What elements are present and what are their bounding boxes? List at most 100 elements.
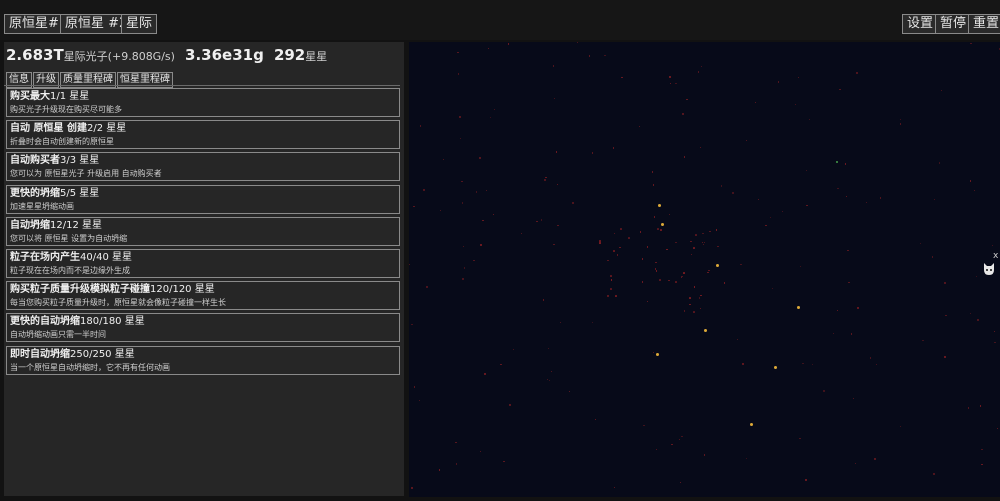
particle (845, 195, 848, 198)
particle (473, 259, 475, 261)
particle (970, 180, 972, 182)
particle (682, 113, 684, 115)
particle (848, 281, 850, 284)
particle (745, 140, 747, 142)
pause-button[interactable]: 暂停 (935, 14, 972, 34)
milestone-item: 购买最大1/1 星星 购买光子升级现在购买尽可能多 (6, 88, 400, 117)
particle (854, 462, 856, 465)
particle (419, 125, 422, 127)
particle (459, 137, 462, 140)
particle (557, 224, 559, 227)
particle (613, 249, 615, 252)
particle (456, 463, 458, 465)
particle (594, 419, 597, 421)
milestone-desc: 粒子现在在场内而不是边缘外生成 (10, 265, 130, 275)
particle (680, 277, 683, 279)
milestone-count: 40/40 星星 (80, 251, 132, 263)
particle (659, 278, 661, 281)
particle (991, 244, 993, 247)
particle (546, 378, 548, 381)
milestone-count: 2/2 星星 (86, 123, 127, 135)
particle (607, 295, 609, 297)
particle (745, 457, 748, 460)
particle (671, 443, 673, 445)
particle (643, 424, 645, 427)
particle (542, 299, 545, 301)
particle (777, 81, 780, 83)
particle (799, 265, 801, 267)
particle (736, 338, 739, 341)
particle (423, 189, 425, 191)
particle (669, 76, 671, 78)
milestone-title: 更快的自动坍缩 (10, 316, 80, 328)
particle (700, 65, 703, 68)
particle (492, 213, 495, 216)
side-hint: x (993, 251, 999, 261)
particle (693, 247, 695, 249)
particle (720, 185, 723, 187)
particle (610, 287, 613, 290)
particle (704, 329, 707, 332)
particle (715, 229, 718, 232)
particle (797, 76, 799, 79)
top-bar: 原恒星#1 原恒星 #2 星际 设置 暂停 重置 (0, 0, 1000, 40)
milestone-title: 更快的坍缩 (10, 187, 60, 199)
particle (653, 216, 656, 218)
milestone-title: 即时自动坍缩 (10, 348, 70, 360)
tab-interstellar[interactable]: 星际 (121, 14, 158, 34)
particle (500, 363, 502, 366)
particle (479, 157, 481, 159)
stars-label: 星星 (305, 50, 328, 63)
particle (638, 125, 641, 128)
particle (461, 202, 464, 204)
particle (668, 213, 671, 216)
particle (442, 158, 444, 161)
particle (588, 55, 591, 57)
particle (610, 275, 612, 277)
particle (459, 116, 461, 118)
particle (781, 210, 783, 213)
milestone-desc: 您可以为 原恒星光子 升级启用 自动购买者 (10, 169, 162, 179)
particle (658, 204, 661, 207)
particle (874, 458, 876, 460)
particle (646, 246, 649, 248)
particle (683, 272, 686, 274)
milestone-title: 粒子在场内产生 (10, 251, 80, 263)
particle (556, 183, 558, 186)
particle (591, 152, 593, 154)
particle (675, 241, 677, 244)
particle (610, 279, 613, 281)
particle (757, 199, 760, 201)
milestone-item: 购买粒子质量升级模拟粒子碰撞120/120 星星 每当您购买粒子质量升级时，原恒星… (6, 281, 400, 311)
particle (806, 169, 808, 172)
milestone-desc: 当一个原恒星自动坍缩时，它不再有任何动画 (10, 362, 170, 372)
particle (619, 246, 621, 249)
particle (839, 88, 841, 91)
particle (970, 42, 972, 45)
particle (799, 437, 801, 440)
particle (482, 219, 484, 221)
particle (933, 473, 935, 475)
particle (553, 97, 556, 99)
starfield-canvas[interactable] (409, 42, 1000, 497)
particle (996, 428, 999, 430)
particle (475, 191, 477, 193)
particle (540, 219, 543, 221)
reset-button[interactable]: 重置 (968, 14, 1000, 34)
particle (488, 47, 490, 50)
settings-button[interactable]: 设置 (902, 14, 939, 34)
particle (852, 398, 854, 400)
particle (931, 256, 933, 258)
particle (689, 303, 691, 306)
particle (547, 347, 550, 350)
particle (652, 184, 655, 186)
particle (592, 322, 594, 324)
resource-stats: 2.683T星际光子(+9.808G/s) 3.36e31g 292星星 (6, 45, 327, 65)
cat-icon[interactable] (982, 262, 996, 276)
particle (850, 333, 853, 335)
milestone-count: 180/180 星星 (80, 316, 145, 328)
milestone-item: 自动坍缩12/12 星星 您可以将 原恒星 设置为自动坍缩 (6, 216, 400, 246)
milestone-item: 即时自动坍缩250/250 星星 当一个原恒星自动坍缩时，它不再有任何动画 (6, 345, 400, 375)
particle (811, 363, 814, 366)
particle (655, 448, 657, 451)
